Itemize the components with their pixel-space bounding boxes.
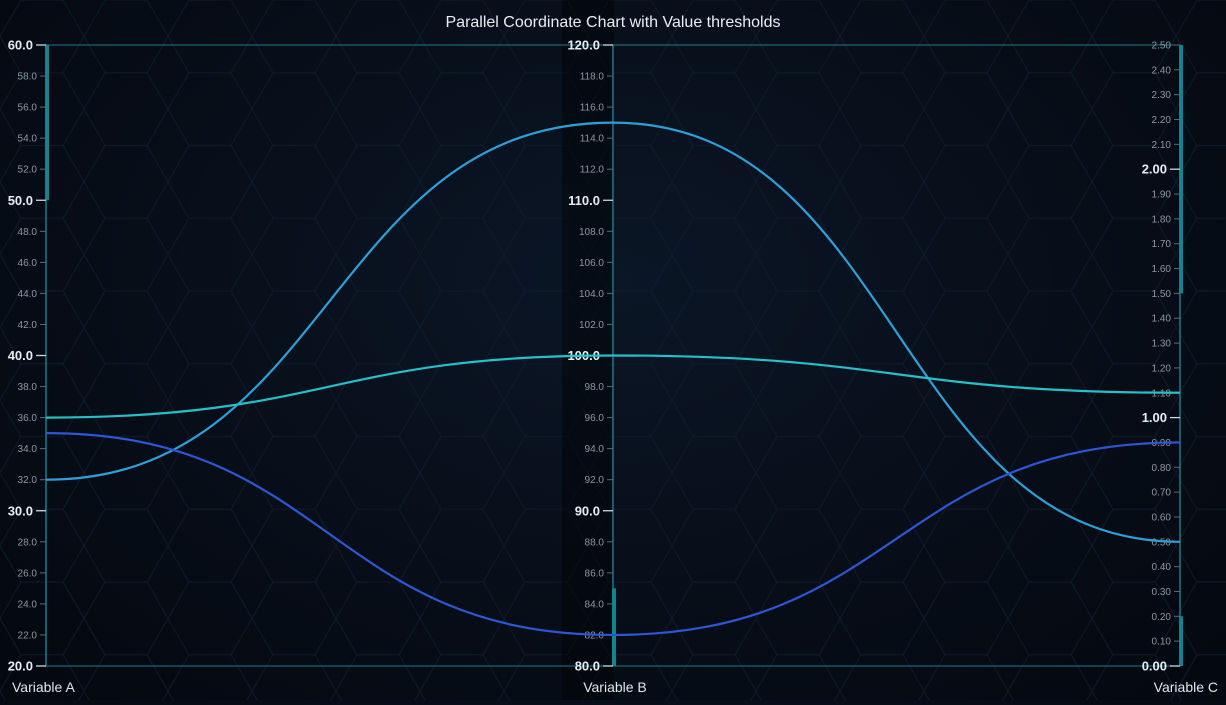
- minor-tick-label: 58.0: [18, 72, 38, 83]
- minor-tick-label: 1.60: [1152, 264, 1172, 275]
- minor-tick-label: 38.0: [18, 382, 38, 393]
- minor-tick-label: 42.0: [18, 320, 38, 331]
- minor-tick-label: 114.0: [580, 134, 605, 145]
- minor-tick-label: 0.10: [1152, 637, 1172, 648]
- minor-tick-label: 1.40: [1152, 314, 1172, 325]
- minor-tick-label: 28.0: [18, 537, 38, 548]
- minor-tick-label: 116.0: [580, 103, 605, 114]
- major-tick-label: 50.0: [8, 193, 33, 208]
- chart-title: Parallel Coordinate Chart with Value thr…: [446, 14, 781, 31]
- major-tick-label: 120.0: [567, 38, 600, 53]
- axis-label-1: Variable A: [12, 679, 75, 695]
- minor-tick-label: 0.20: [1152, 612, 1172, 623]
- axis-label-3: Variable C: [1154, 679, 1218, 695]
- minor-tick-label: 94.0: [585, 444, 605, 455]
- minor-tick-label: 0.80: [1152, 463, 1172, 474]
- major-tick-label: 20.0: [8, 659, 33, 674]
- minor-tick-label: 1.20: [1152, 363, 1172, 374]
- minor-tick-label: 1.30: [1152, 339, 1172, 350]
- minor-tick-label: 2.20: [1152, 115, 1172, 126]
- minor-tick-label: 2.10: [1152, 140, 1172, 151]
- minor-tick-label: 92.0: [585, 475, 605, 486]
- parallel-coordinate-chart: Parallel Coordinate Chart with Value thr…: [0, 0, 1226, 700]
- minor-tick-label: 96.0: [585, 413, 605, 424]
- major-tick-label: 1.00: [1142, 410, 1167, 425]
- minor-tick-label: 82.0: [585, 630, 605, 641]
- minor-tick-label: 0.70: [1152, 488, 1172, 499]
- minor-tick-label: 52.0: [18, 165, 38, 176]
- major-tick-label: 2.00: [1142, 162, 1167, 177]
- minor-tick-label: 108.0: [579, 227, 604, 238]
- minor-tick-label: 104.0: [579, 289, 604, 300]
- minor-tick-label: 48.0: [18, 227, 38, 238]
- minor-tick-label: 2.30: [1152, 90, 1172, 101]
- minor-tick-label: 36.0: [18, 413, 38, 424]
- chart-svg: Parallel Coordinate Chart with Value thr…: [0, 0, 1226, 700]
- minor-tick-label: 112.0: [580, 165, 605, 176]
- major-tick-label: 60.0: [8, 38, 33, 53]
- major-tick-label: 40.0: [8, 348, 33, 363]
- major-tick-label: 80.0: [575, 659, 600, 674]
- minor-tick-label: 22.0: [18, 630, 38, 641]
- minor-tick-label: 2.50: [1152, 41, 1172, 52]
- minor-tick-label: 106.0: [579, 258, 604, 269]
- minor-tick-label: 1.90: [1152, 190, 1172, 201]
- minor-tick-label: 0.50: [1152, 537, 1172, 548]
- minor-tick-label: 56.0: [18, 103, 38, 114]
- minor-tick-label: 84.0: [585, 599, 605, 610]
- major-tick-label: 110.0: [568, 193, 600, 208]
- minor-tick-label: 46.0: [18, 258, 38, 269]
- major-tick-label: 0.00: [1142, 659, 1167, 674]
- minor-tick-label: 102.0: [579, 320, 604, 331]
- minor-tick-label: 34.0: [18, 444, 38, 455]
- minor-tick-label: 44.0: [18, 289, 38, 300]
- major-tick-label: 90.0: [575, 503, 600, 518]
- minor-tick-label: 24.0: [18, 599, 38, 610]
- minor-tick-label: 1.70: [1152, 239, 1172, 250]
- major-tick-label: 30.0: [8, 503, 33, 518]
- minor-tick-label: 2.40: [1152, 65, 1172, 76]
- minor-tick-label: 88.0: [585, 537, 605, 548]
- minor-tick-label: 1.80: [1152, 214, 1172, 225]
- minor-tick-label: 32.0: [18, 475, 38, 486]
- minor-tick-label: 0.40: [1152, 562, 1172, 573]
- minor-tick-label: 86.0: [585, 568, 605, 579]
- minor-tick-label: 1.50: [1152, 289, 1172, 300]
- minor-tick-label: 98.0: [585, 382, 605, 393]
- axis-label-2: Variable B: [583, 679, 647, 695]
- minor-tick-label: 118.0: [580, 72, 605, 83]
- minor-tick-label: 26.0: [18, 568, 38, 579]
- minor-tick-label: 0.30: [1152, 587, 1172, 598]
- minor-tick-label: 0.60: [1152, 512, 1172, 523]
- minor-tick-label: 54.0: [18, 134, 38, 145]
